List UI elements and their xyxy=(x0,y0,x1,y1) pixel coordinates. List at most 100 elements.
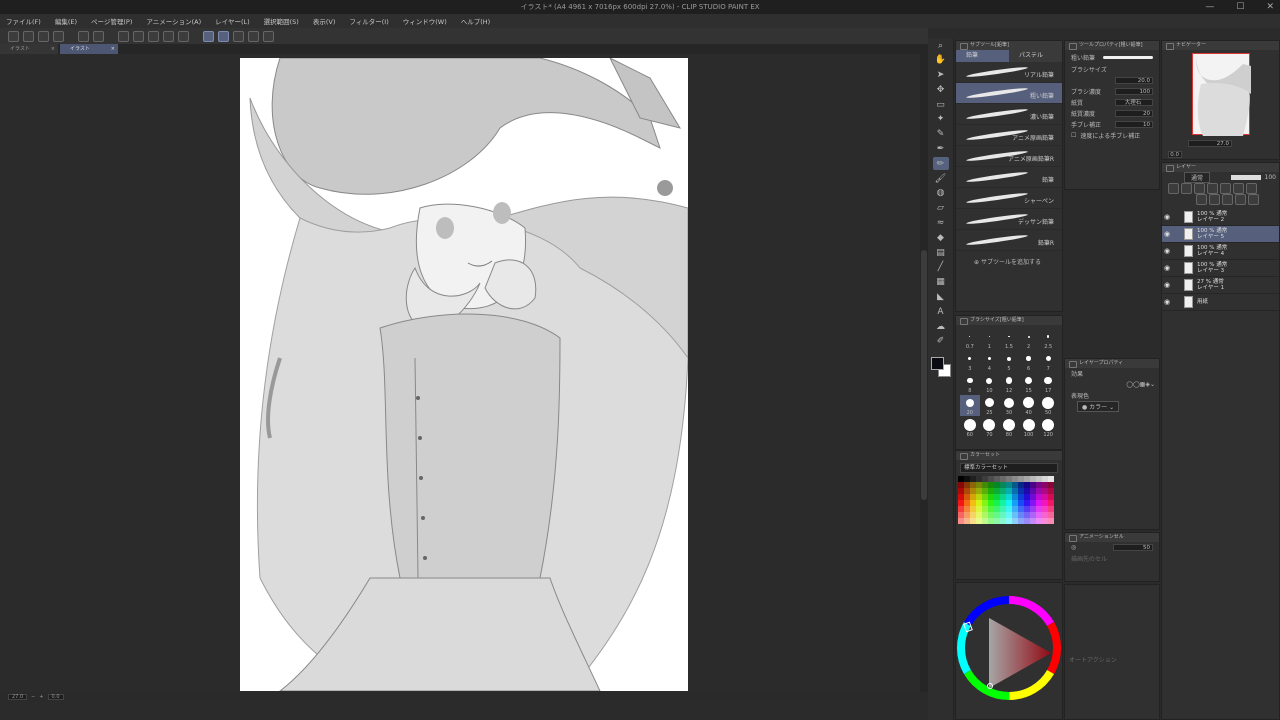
zoom-field[interactable]: 27.0 xyxy=(8,693,28,700)
lock-transparency-icon[interactable] xyxy=(1220,183,1231,194)
reference-layer-icon[interactable] xyxy=(1181,183,1192,194)
stabilization-slider[interactable]: 10 xyxy=(1115,121,1153,128)
brush-size-cell[interactable]: 40 xyxy=(1019,395,1039,416)
layer-row[interactable]: ◉ 100 % 通常 レイヤー 2 xyxy=(1162,209,1279,226)
menu-selection[interactable]: 選択範囲(S) xyxy=(264,16,299,26)
color-swatch[interactable] xyxy=(1048,518,1054,524)
eye-icon[interactable]: ◉ xyxy=(1162,281,1172,289)
brush-size-cell[interactable]: 70 xyxy=(980,417,1000,438)
brush-size-cell[interactable]: 0.7 xyxy=(960,329,980,350)
brush-size-cell[interactable]: 17 xyxy=(1038,373,1058,394)
brush-size-cell[interactable]: 20 xyxy=(960,395,980,416)
maximize-button[interactable]: ☐ xyxy=(1236,2,1244,12)
tab-pencil[interactable]: 鉛筆 xyxy=(956,50,1009,62)
subtool-item[interactable]: リアル鉛筆 xyxy=(956,62,1062,83)
auto-select-icon[interactable]: ✦ xyxy=(933,113,949,126)
subtool-item[interactable]: シャーペン xyxy=(956,188,1062,209)
text-tool-icon[interactable]: A xyxy=(933,305,949,318)
transform-icon[interactable] xyxy=(148,30,159,42)
zoom-in-icon[interactable]: + xyxy=(39,694,43,700)
subtool-item-selected[interactable]: 粗い鉛筆 xyxy=(956,83,1062,104)
doc-tab[interactable]: イラスト × xyxy=(0,44,58,54)
deselect-icon[interactable] xyxy=(163,30,174,42)
scrollbar-thumb[interactable] xyxy=(921,250,927,500)
brush-size-cell[interactable]: 80 xyxy=(999,417,1019,438)
eye-icon[interactable]: ◉ xyxy=(1162,264,1172,272)
ruler-icon[interactable] xyxy=(1246,183,1257,194)
subtool-item[interactable]: 鉛筆 xyxy=(956,167,1062,188)
fill-icon[interactable] xyxy=(133,30,144,42)
layer-row[interactable]: ◉ 27 % 通常 レイヤー 1 xyxy=(1162,277,1279,294)
fill-tool-icon[interactable]: ◆ xyxy=(933,231,949,244)
layer-row[interactable]: ◉ 100 % 通常 レイヤー 4 xyxy=(1162,243,1279,260)
brush-size-cell[interactable]: 50 xyxy=(1038,395,1058,416)
hand-tool-icon[interactable]: ✋ xyxy=(933,54,949,67)
clip-layer-icon[interactable] xyxy=(1168,183,1179,194)
paper-density-slider[interactable]: 20 xyxy=(1115,110,1153,117)
selection-tool-icon[interactable]: ▭ xyxy=(933,98,949,111)
canvas-paper[interactable] xyxy=(240,58,688,691)
tab-pastel[interactable]: パステル xyxy=(1009,50,1062,62)
brush-size-cell[interactable]: 1 xyxy=(980,329,1000,350)
blend-tool-icon[interactable]: ≈ xyxy=(933,217,949,230)
export-icon[interactable] xyxy=(53,30,64,42)
snap-grid-icon[interactable] xyxy=(233,30,244,42)
brush-size-slider[interactable]: 20.0 xyxy=(1115,77,1153,84)
layer-row[interactable]: ◉ 用紙 xyxy=(1162,294,1279,311)
snap-ruler-icon[interactable] xyxy=(203,30,214,42)
brush-size-cell[interactable]: 15 xyxy=(1019,373,1039,394)
save-icon[interactable] xyxy=(38,30,49,42)
subtool-item[interactable]: アニメ原画鉛筆 xyxy=(956,125,1062,146)
brush-size-cell[interactable]: 7 xyxy=(1038,351,1058,372)
balloon-tool-icon[interactable]: ☁ xyxy=(933,320,949,333)
eye-icon[interactable]: ◉ xyxy=(1162,247,1172,255)
new-vector-layer-icon[interactable] xyxy=(1209,194,1220,205)
menu-view[interactable]: 表示(V) xyxy=(313,16,336,26)
eraser-icon[interactable]: ▱ xyxy=(933,202,949,215)
figure-tool-icon[interactable]: ╱ xyxy=(933,261,949,274)
layer-row[interactable]: ◉ 100 % 通常 レイヤー 5 xyxy=(1162,226,1279,243)
snap-special-ruler-icon[interactable] xyxy=(218,30,229,42)
navigator-angle-field[interactable]: 0.0 xyxy=(1168,151,1182,158)
paper-texture-button[interactable]: 大理石 xyxy=(1115,99,1153,106)
correct-line-icon[interactable]: ✐ xyxy=(933,335,949,348)
menu-help[interactable]: ヘルプ(H) xyxy=(461,16,490,26)
navigator-thumbnail[interactable] xyxy=(1192,53,1251,136)
brush-size-cell[interactable]: 2 xyxy=(1019,329,1039,350)
eye-icon[interactable]: ◉ xyxy=(1162,298,1172,306)
zoom-out-icon[interactable]: − xyxy=(31,694,35,700)
brush-size-cell[interactable]: 100 xyxy=(1019,417,1039,438)
effect-icons[interactable]: ◯◯▦◈⌄ xyxy=(1126,381,1155,388)
clip-studio-icon[interactable] xyxy=(263,30,274,42)
menu-window[interactable]: ウィンドウ(W) xyxy=(403,16,447,26)
brush-size-cell[interactable]: 6 xyxy=(1019,351,1039,372)
close-button[interactable]: ✕ xyxy=(1266,2,1274,12)
minimize-button[interactable]: — xyxy=(1205,2,1214,12)
brush-size-cell[interactable]: 2.5 xyxy=(1038,329,1058,350)
open-icon[interactable] xyxy=(23,30,34,42)
subtool-item[interactable]: 濃い鉛筆 xyxy=(956,104,1062,125)
color-wheel[interactable] xyxy=(956,583,1064,703)
menu-page[interactable]: ページ管理(P) xyxy=(91,16,132,26)
new-raster-layer-icon[interactable] xyxy=(1196,194,1207,205)
brush-size-cell[interactable]: 8 xyxy=(960,373,980,394)
clear-icon[interactable] xyxy=(118,30,129,42)
frame-tool-icon[interactable]: ▦ xyxy=(933,276,949,289)
navigator-zoom-field[interactable]: 27.0 xyxy=(1188,140,1232,147)
pen-tool-icon[interactable]: ✒ xyxy=(933,143,949,156)
brush-density-slider[interactable]: 100 xyxy=(1115,88,1153,95)
delete-layer-icon[interactable] xyxy=(1248,194,1259,205)
layer-row[interactable]: ◉ 100 % 通常 レイヤー 3 xyxy=(1162,260,1279,277)
eye-icon[interactable]: ◉ xyxy=(1162,230,1172,238)
close-tab-icon[interactable]: × xyxy=(111,44,115,54)
add-subtool-button[interactable]: ⊕ サブツールを追加する xyxy=(956,251,1062,266)
settings-icon[interactable] xyxy=(248,30,259,42)
menu-file[interactable]: ファイル(F) xyxy=(6,16,41,26)
brush-size-cell[interactable]: 12 xyxy=(999,373,1019,394)
brush-size-cell[interactable]: 10 xyxy=(980,373,1000,394)
brush-size-cell[interactable]: 60 xyxy=(960,417,980,438)
menu-edit[interactable]: 編集(E) xyxy=(55,16,77,26)
eyedropper-icon[interactable]: ✎ xyxy=(933,128,949,141)
brush-size-cell[interactable]: 3 xyxy=(960,351,980,372)
checkbox-icon[interactable]: ☐ xyxy=(1071,132,1076,139)
